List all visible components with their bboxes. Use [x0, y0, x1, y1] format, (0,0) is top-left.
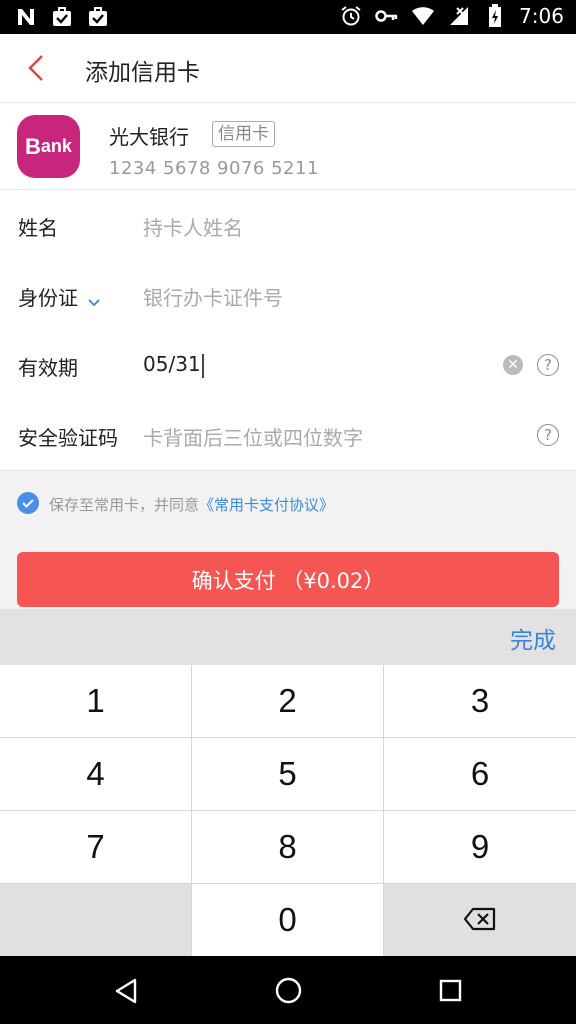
help-icon[interactable]: ? — [537, 424, 559, 446]
id-number-input[interactable]: 银行办卡证件号 — [143, 282, 283, 311]
confirm-pay-button[interactable]: 确认支付 （¥0.02） — [17, 552, 559, 607]
key-5[interactable]: 5 — [192, 738, 383, 810]
clear-icon[interactable]: ✕ — [503, 355, 523, 375]
expiry-label: 有效期 — [18, 356, 78, 380]
cvv-label: 安全验证码 — [18, 426, 118, 450]
backspace-icon — [463, 901, 497, 939]
key-2[interactable]: 2 — [192, 665, 383, 737]
numeric-keypad: 1 2 3 4 5 6 7 8 9 0 — [0, 665, 576, 956]
agreement-link[interactable]: 《常用卡支付协议》 — [199, 496, 334, 514]
page-title: 添加信用卡 — [85, 60, 200, 86]
clock: 7:06 — [519, 4, 564, 28]
key-1[interactable]: 1 — [0, 665, 191, 737]
id-type-label: 身份证 — [18, 286, 78, 310]
text-cursor — [201, 353, 204, 378]
keyboard-toolbar: 完成 — [0, 609, 576, 665]
checkbox-checked-icon[interactable] — [17, 492, 39, 514]
agreement-text: 保存至常用卡，并同意《常用卡支付协议》 — [49, 496, 335, 514]
briefcase-check-icon — [86, 5, 110, 29]
key-backspace[interactable] — [384, 884, 576, 956]
bank-info: Bank 光大银行 信用卡 1234 5678 9076 5211 — [0, 103, 576, 190]
status-bar: 7:06 — [0, 0, 576, 34]
key-4[interactable]: 4 — [0, 738, 191, 810]
key-9[interactable]: 9 — [384, 811, 576, 883]
help-icon[interactable]: ? — [537, 354, 559, 376]
n-icon — [14, 5, 38, 29]
cvv-input[interactable]: 卡背面后三位或四位数字 — [143, 422, 363, 451]
expiry-field[interactable]: 有效期 05/31 ✕ ? — [0, 330, 576, 401]
card-type-badge: 信用卡 — [212, 121, 275, 147]
home-circle-icon[interactable] — [275, 977, 302, 1008]
chevron-down-icon — [88, 288, 100, 312]
recents-square-icon[interactable] — [439, 979, 462, 1006]
alarm-icon — [339, 4, 363, 28]
key-6[interactable]: 6 — [384, 738, 576, 810]
id-type-selector[interactable]: 身份证 — [18, 282, 100, 312]
id-field[interactable]: 身份证 银行办卡证件号 — [0, 260, 576, 331]
bank-name: 光大银行 — [109, 125, 189, 149]
battery-charging-icon — [483, 4, 507, 28]
bank-logo: Bank — [17, 115, 80, 178]
name-input[interactable]: 持卡人姓名 — [143, 212, 243, 241]
key-7[interactable]: 7 — [0, 811, 191, 883]
key-0[interactable]: 0 — [192, 884, 383, 956]
signal-off-icon — [447, 4, 471, 28]
briefcase-check-icon — [50, 5, 74, 29]
key-3[interactable]: 3 — [384, 665, 576, 737]
name-label: 姓名 — [18, 216, 58, 240]
back-arrow-icon[interactable] — [24, 54, 50, 82]
nav-bar: 添加信用卡 — [0, 34, 576, 103]
key-blank — [0, 884, 191, 956]
back-triangle-icon[interactable] — [114, 978, 138, 1008]
expiry-input[interactable]: 05/31 — [143, 352, 204, 378]
system-nav-bar — [0, 956, 576, 1024]
wifi-icon — [411, 4, 435, 28]
cvv-field[interactable]: 安全验证码 卡背面后三位或四位数字 ? — [0, 400, 576, 471]
key-icon — [375, 4, 399, 28]
card-number: 1234 5678 9076 5211 — [109, 158, 319, 179]
name-field[interactable]: 姓名 持卡人姓名 — [0, 190, 576, 261]
done-button[interactable]: 完成 — [510, 621, 556, 655]
key-8[interactable]: 8 — [192, 811, 383, 883]
